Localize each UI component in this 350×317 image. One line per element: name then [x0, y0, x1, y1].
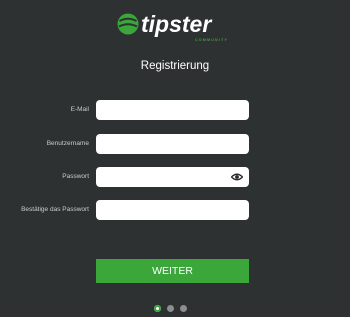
- password-confirm-field[interactable]: [96, 200, 249, 220]
- username-label: Benutzername: [46, 140, 89, 147]
- tipster-logo: tipster COMMUNITY: [116, 11, 236, 43]
- password-row: Passwort: [0, 167, 350, 187]
- page-title: Registrierung: [140, 60, 210, 72]
- email-field[interactable]: [96, 100, 249, 120]
- eye-icon[interactable]: [231, 172, 243, 182]
- password-field[interactable]: [96, 167, 249, 187]
- brand-name: tipster: [141, 11, 212, 37]
- pager-dot-1[interactable]: [154, 305, 161, 312]
- step-pager: [154, 305, 187, 313]
- email-row: E-Mail: [0, 100, 350, 120]
- username-row: Benutzername: [0, 134, 350, 154]
- weiter-button[interactable]: WEITER: [96, 259, 249, 283]
- password-confirm-row: Bestätige das Passwort: [0, 200, 350, 220]
- pager-dot-3[interactable]: [180, 305, 187, 312]
- brand-tagline: COMMUNITY: [195, 38, 228, 42]
- password-label: Passwort: [62, 173, 89, 180]
- email-label: E-Mail: [70, 106, 89, 113]
- pager-dot-2[interactable]: [167, 305, 174, 312]
- password-confirm-label: Bestätige das Passwort: [21, 206, 89, 213]
- username-field[interactable]: [96, 134, 249, 154]
- ball-icon: [117, 13, 139, 35]
